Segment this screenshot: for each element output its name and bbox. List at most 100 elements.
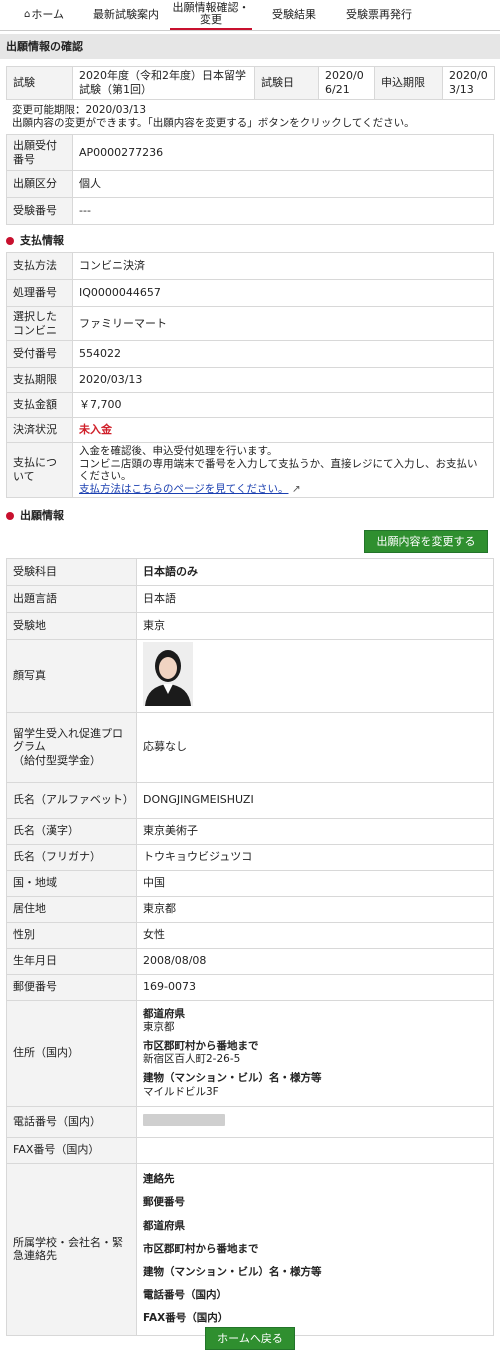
- row-label: 性別: [6, 921, 137, 949]
- address-cell: 都道府県 東京都 市区郡町村から番地まで 新宿区百人町2-26-5 建物（マンシ…: [136, 999, 494, 1107]
- addr-city-head: 市区郡町村から番地まで: [143, 1040, 259, 1053]
- row-value: 中国: [136, 869, 494, 897]
- phone-cell: [136, 1105, 494, 1138]
- row-value: 2020/03/13: [72, 367, 494, 393]
- row-label: 支払金額: [6, 392, 73, 418]
- page-title: 出願情報の確認: [0, 34, 500, 59]
- row-label: 支払方法: [6, 252, 73, 280]
- row-value: 169-0073: [136, 973, 494, 1001]
- fax-cell: [136, 1136, 494, 1164]
- addr-pref-head: 都道府県: [143, 1007, 185, 1020]
- row-value: 応募なし: [136, 711, 494, 783]
- nav-confirm-line2: 変更: [200, 13, 222, 26]
- row-label: 居住地: [6, 895, 137, 923]
- notice-deadline: 変更可能期限：2020/03/13: [12, 104, 147, 116]
- nav-home[interactable]: ⌂ ホーム: [14, 0, 74, 30]
- row-label: 受験科目: [6, 558, 137, 586]
- row-value: 554022: [72, 340, 494, 368]
- payment-method-link[interactable]: 支払方法はこちらのページを見てください。: [79, 483, 288, 495]
- row-value: トウキョウビジュツコ: [136, 843, 494, 871]
- contact-item: 建物（マンション・ビル）名・様方等: [143, 1265, 322, 1278]
- row-label: 住所（国内）: [6, 999, 137, 1107]
- row-label: 郵便番号: [6, 973, 137, 1001]
- external-link-icon: ↗: [291, 482, 301, 495]
- row-value: 日本語: [136, 585, 494, 613]
- row-label: 氏名（アルファベット）: [6, 781, 137, 819]
- edit-application-button[interactable]: 出願内容を変更する: [364, 530, 488, 553]
- row-value: ファミリーマート: [72, 306, 494, 341]
- application-id-table: 出願受付番号 AP0000277236 出願区分 個人 受験番号 ---: [6, 134, 494, 225]
- program-label-line1: 留学生受入れ促進プログラム: [13, 726, 123, 754]
- program-label: 留学生受入れ促進プログラム （給付型奨学金）: [6, 711, 137, 783]
- row-value: ---: [72, 197, 494, 225]
- row-value: IQ0000044657: [72, 279, 494, 307]
- row-value: 個人: [72, 170, 494, 198]
- row-label: 国・地域: [6, 869, 137, 897]
- payment-about-line1: 入金を確認後、申込受付処理を行います。: [79, 445, 278, 457]
- row-label: 電話番号（国内）: [6, 1105, 137, 1138]
- row-label: 決済状況: [6, 417, 73, 443]
- row-label: 氏名（フリガナ）: [6, 843, 137, 871]
- contact-item: 郵便番号: [143, 1196, 185, 1209]
- phone-redacted: [143, 1113, 225, 1126]
- addr-city-value: 新宿区百人町2-26-5: [143, 1053, 241, 1066]
- row-value: 東京美術子: [136, 817, 494, 845]
- row-value: コンビニ決済: [72, 252, 494, 280]
- row-label: FAX番号（国内）: [6, 1136, 137, 1164]
- exam-date-label: 試験日: [254, 66, 319, 100]
- row-label: 顔写真: [6, 639, 137, 713]
- row-label: 支払について: [6, 441, 73, 499]
- contact-item: 市区郡町村から番地まで: [143, 1242, 259, 1255]
- notice-instruction: 出願内容の変更ができます。「出願内容を変更する」ボタンをクリックしてください。: [12, 117, 415, 130]
- row-label: 支払期限: [6, 367, 73, 393]
- row-value: 東京: [136, 612, 494, 640]
- row-value: DONGJINGMEISHUZI: [136, 781, 494, 819]
- row-label: 処理番号: [6, 279, 73, 307]
- payment-heading: 支払情報: [6, 233, 64, 249]
- bullet-icon: [6, 237, 14, 245]
- row-value: 2008/08/08: [136, 947, 494, 975]
- program-label-line2: （給付型奨学金）: [13, 754, 101, 768]
- row-value: ￥7,700: [72, 392, 494, 418]
- contact-item: 電話番号（国内）: [143, 1288, 227, 1301]
- nav-reissue[interactable]: 受験票再発行: [338, 0, 420, 30]
- row-label: 氏名（漢字）: [6, 817, 137, 845]
- deadline-label: 申込期限: [374, 66, 443, 100]
- payment-table: 支払方法 コンビニ決済 処理番号 IQ0000044657 選択したコンビニ ファミリ…: [6, 252, 494, 499]
- row-label: 生年月日: [6, 947, 137, 975]
- nav-latest-exam[interactable]: 最新試験案内: [86, 0, 166, 30]
- row-value: 東京都: [136, 895, 494, 923]
- row-label: 受験番号: [6, 197, 73, 225]
- row-label: 出願区分: [6, 170, 73, 198]
- row-label: 受験地: [6, 612, 137, 640]
- face-photo: [143, 642, 193, 706]
- row-label: 受付番号: [6, 340, 73, 368]
- nav-application-confirm[interactable]: 出願情報確認・ 変更: [170, 0, 252, 30]
- exam-label: 試験: [6, 66, 73, 100]
- payment-about: 入金を確認後、申込受付処理を行います。 コンビニ店頭の専用端末で番号を入力して支…: [72, 441, 494, 499]
- payment-status-value: 未入金: [72, 417, 494, 443]
- exam-value: 2020年度（令和2年度）日本留学試験（第1回）: [72, 66, 255, 100]
- home-button[interactable]: ホームへ戻る: [205, 1327, 295, 1350]
- contact-item: FAX番号（国内）: [143, 1312, 229, 1325]
- deadline-value: 2020/03/13: [442, 66, 495, 100]
- addr-bldg-value: マイルドビル3F: [143, 1085, 219, 1098]
- row-label: 所属学校・会社名・緊急連絡先: [6, 1162, 137, 1336]
- addr-pref-value: 東京都: [143, 1021, 175, 1033]
- exam-date-value: 2020/06/21: [318, 66, 375, 100]
- bullet-icon: [6, 512, 14, 520]
- contact-item: 都道府県: [143, 1219, 185, 1232]
- row-value: 日本語のみ: [136, 558, 494, 586]
- row-label: 選択したコンビニ: [6, 306, 73, 341]
- nav-results[interactable]: 受験結果: [264, 0, 324, 30]
- application-table: 受験科目 日本語のみ 出題言語 日本語 受験地 東京 顔写真 留学生受入れ促進プログラ…: [6, 558, 494, 1336]
- contact-cell: 連絡先 郵便番号 都道府県 市区郡町村から番地まで 建物（マンション・ビル）名・…: [136, 1162, 494, 1336]
- notice: 変更可能期限：2020/03/13 出願内容の変更ができます。「出願内容を変更す…: [12, 104, 496, 130]
- top-nav: ⌂ ホーム 最新試験案内 出願情報確認・ 変更 受験結果 受験票再発行: [0, 0, 500, 31]
- row-value: AP0000277236: [72, 134, 494, 171]
- application-heading: 出願情報: [6, 508, 64, 524]
- addr-bldg-head: 建物（マンション・ビル）名・様方等: [143, 1072, 322, 1085]
- contact-item: 連絡先: [143, 1173, 175, 1186]
- row-value: 女性: [136, 921, 494, 949]
- photo-cell: [136, 639, 494, 713]
